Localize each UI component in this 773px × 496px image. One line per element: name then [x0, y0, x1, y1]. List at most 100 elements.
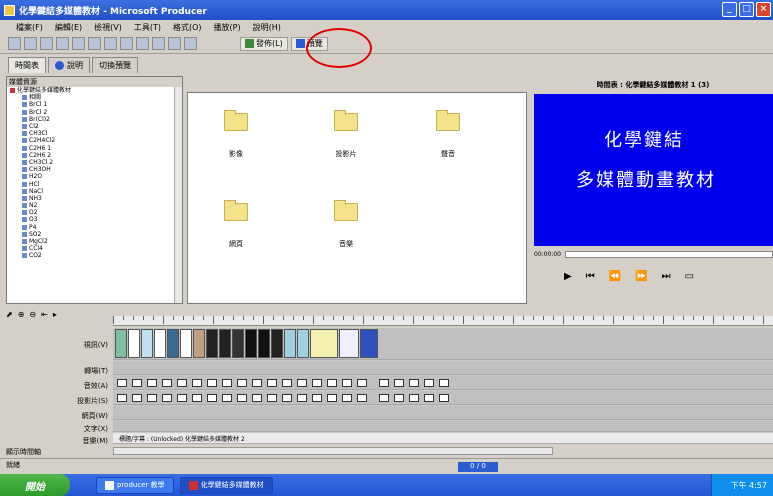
fullscreen-icon[interactable]: ▭ [685, 271, 694, 282]
effect-marker[interactable] [147, 394, 157, 402]
effect-marker[interactable] [117, 379, 127, 387]
tree-item[interactable]: N2 [22, 202, 182, 209]
play-icon[interactable]: ▶ [564, 271, 572, 282]
effect-marker[interactable] [342, 394, 352, 402]
tree-item[interactable]: NH3 [22, 195, 182, 202]
effect-marker[interactable] [297, 379, 307, 387]
video-clip[interactable] [258, 329, 270, 358]
video-clip[interactable] [284, 329, 296, 358]
video-clip[interactable] [310, 329, 338, 358]
folder-music[interactable]: 音樂 [318, 200, 374, 249]
tree-item[interactable]: Cl2 [22, 123, 182, 130]
folder-images[interactable]: 影像 [208, 110, 264, 159]
tree-item[interactable]: C2H4Cl2 [22, 137, 182, 144]
seek-slider[interactable] [564, 250, 773, 258]
effect-marker[interactable] [394, 394, 404, 402]
tree-item[interactable]: O2 [22, 209, 182, 216]
effect-marker[interactable] [132, 394, 142, 402]
tree-item[interactable]: C2H6 1 [22, 145, 182, 152]
folder-slides[interactable]: 投影片 [318, 110, 374, 159]
video-clip[interactable] [180, 329, 192, 358]
effect-marker[interactable] [237, 394, 247, 402]
tree-item[interactable]: NaCl [22, 188, 182, 195]
timeline-hscroll[interactable] [113, 447, 553, 455]
video-clip[interactable] [167, 329, 179, 358]
video-clip[interactable] [193, 329, 205, 358]
effect-marker[interactable] [162, 394, 172, 402]
copy-icon[interactable] [72, 37, 85, 50]
video-clip[interactable] [245, 329, 257, 358]
menu-edit[interactable]: 編輯(E) [55, 22, 82, 33]
forward-icon[interactable]: ⏩ [635, 271, 647, 282]
menu-tools[interactable]: 工具(T) [134, 22, 161, 33]
effect-marker[interactable] [357, 379, 367, 387]
menu-play[interactable]: 播放(P) [214, 22, 241, 33]
effect-marker[interactable] [177, 379, 187, 387]
effect-marker[interactable] [394, 379, 404, 387]
tree-item[interactable]: BrCl 1 [22, 101, 182, 108]
tree-item[interactable]: O3 [22, 216, 182, 223]
tree-item[interactable]: CCl4 [22, 245, 182, 252]
effect-marker[interactable] [312, 394, 322, 402]
effect-marker[interactable] [237, 379, 247, 387]
menu-help[interactable]: 說明(H) [253, 22, 281, 33]
tab-info[interactable]: 說明 [48, 57, 90, 73]
video-clip[interactable] [360, 329, 378, 358]
zoom-out-icon[interactable]: ⊖ [29, 310, 36, 319]
video-clip[interactable] [297, 329, 309, 358]
menu-format[interactable]: 格式(O) [173, 22, 202, 33]
taskbar-item-project[interactable]: 化學鍵結多媒體教材 [179, 476, 273, 494]
tree-scrollbar[interactable] [174, 87, 182, 303]
tree-item[interactable]: H2O [22, 173, 182, 180]
effect-marker[interactable] [192, 379, 202, 387]
effect-marker[interactable] [282, 379, 292, 387]
video-clip[interactable] [206, 329, 218, 358]
tree-item[interactable]: HCl [22, 180, 182, 188]
play-timeline-icon[interactable]: ▸ [53, 310, 57, 319]
effect-marker[interactable] [147, 379, 157, 387]
import-icon[interactable] [152, 37, 165, 50]
undo-icon[interactable] [120, 37, 133, 50]
effect-marker[interactable] [177, 394, 187, 402]
effect-marker[interactable] [342, 379, 352, 387]
tree-item[interactable]: C2H6 2 [22, 152, 182, 159]
tree-item[interactable]: CH3Cl 2 [22, 159, 182, 166]
cut-icon[interactable] [56, 37, 69, 50]
effect-marker[interactable] [207, 394, 217, 402]
menu-file[interactable]: 檔案(F) [16, 22, 43, 33]
rewind-timeline-icon[interactable]: ⇤ [41, 310, 48, 319]
effect-marker[interactable] [379, 394, 389, 402]
folder-web[interactable]: 網頁 [208, 200, 264, 249]
maximize-button[interactable]: □ [739, 2, 754, 17]
delete-icon[interactable] [104, 37, 117, 50]
effect-marker[interactable] [439, 379, 449, 387]
effect-marker[interactable] [267, 379, 277, 387]
tree-item[interactable]: P4 [22, 224, 182, 231]
video-clip[interactable] [115, 329, 127, 358]
effect-marker[interactable] [409, 394, 419, 402]
title-clip[interactable]: 標題/字幕 : (Unlocked) 化學鍵結多媒體教材 2 [119, 434, 245, 443]
effect-marker[interactable] [327, 394, 337, 402]
menu-view[interactable]: 檢視(V) [94, 22, 122, 33]
tree-item[interactable]: BrCl 2 [22, 109, 182, 116]
effect-marker[interactable] [424, 394, 434, 402]
layout-icon[interactable] [168, 37, 181, 50]
narrate-icon[interactable] [184, 37, 197, 50]
effect-marker[interactable] [252, 379, 262, 387]
rewind-icon[interactable]: ⏪ [609, 271, 621, 282]
close-button[interactable]: × [756, 2, 771, 17]
new-icon[interactable] [8, 37, 21, 50]
video-clip[interactable] [271, 329, 283, 358]
tree-item[interactable]: CH3Cl [22, 130, 182, 137]
redo-icon[interactable] [136, 37, 149, 50]
tree-item[interactable]: CO2 [22, 252, 182, 259]
effect-marker[interactable] [439, 394, 449, 402]
tree-item[interactable]: CH3OH [22, 166, 182, 173]
zoom-in-icon[interactable]: ⊕ [18, 310, 25, 319]
tree-item[interactable]: MgCl2 [22, 238, 182, 245]
video-clip[interactable] [232, 329, 244, 358]
previous-icon[interactable]: ⏮ [586, 271, 595, 282]
paste-icon[interactable] [88, 37, 101, 50]
open-icon[interactable] [24, 37, 37, 50]
effect-marker[interactable] [117, 394, 127, 402]
